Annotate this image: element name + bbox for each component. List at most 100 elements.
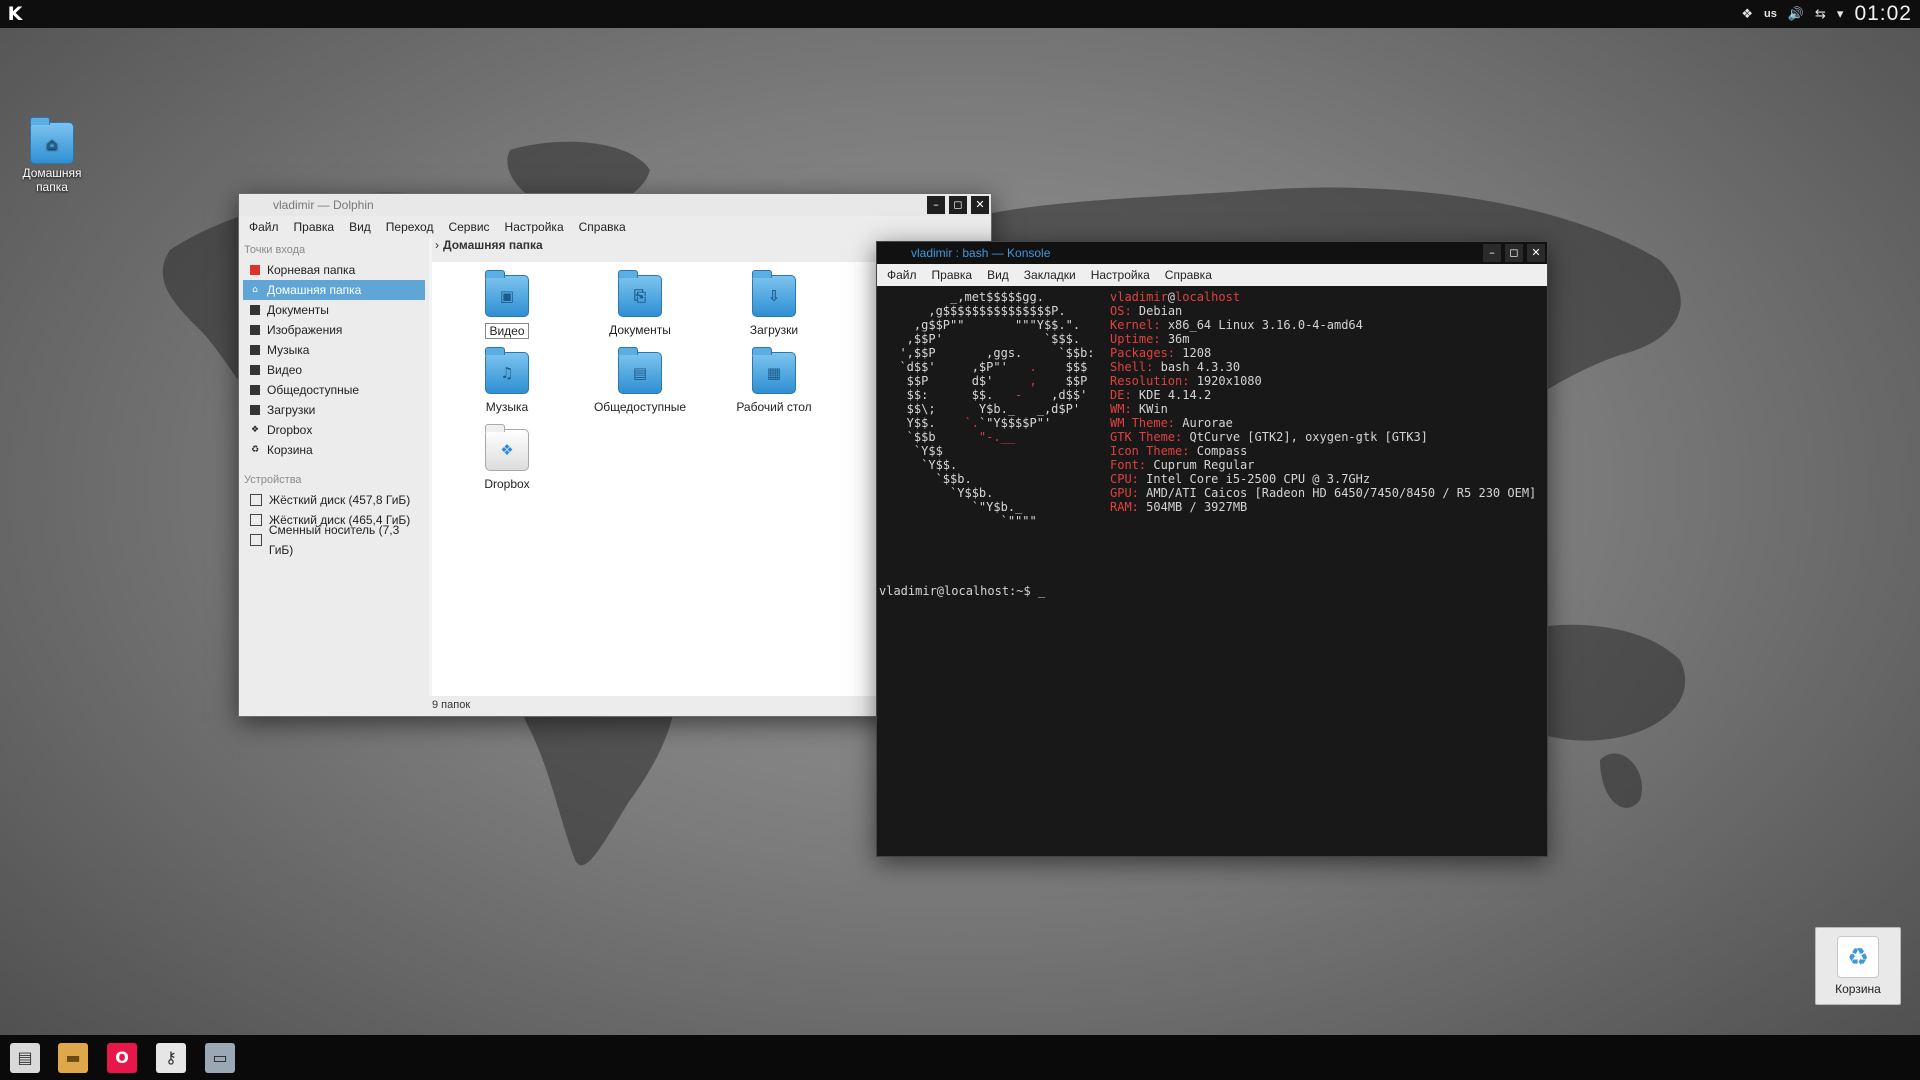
dropbox-icon: ❖ [250, 425, 260, 435]
folder-downloads[interactable]: ⇩ Загрузки [714, 270, 834, 337]
folder-desktop[interactable]: ▦ Рабочий стол [714, 347, 834, 414]
place-music[interactable]: Музыка [243, 340, 425, 360]
menu-go[interactable]: Переход [386, 220, 434, 234]
places-panel: Точки входа Корневая папка ⌂ Домашняя пап… [239, 238, 429, 696]
place-label: Корзина [267, 443, 313, 457]
taskbar: ▤ ▬ O ⚷ ▭ [0, 1035, 1920, 1080]
device-label: Жёсткий диск (457,8 ГиБ) [269, 493, 411, 507]
menu-settings[interactable]: Настройка [505, 220, 564, 234]
info-key: GPU: [1110, 486, 1139, 500]
info-key: Icon Theme: [1110, 444, 1190, 458]
dropbox-icon[interactable]: ❖ [1741, 7, 1753, 22]
menu-bookmarks[interactable]: Закладки [1024, 268, 1076, 282]
info-value: KDE 4.14.2 [1138, 388, 1212, 402]
place-public[interactable]: Общедоступные [243, 380, 425, 400]
maximize-button[interactable]: ◻ [1505, 244, 1523, 262]
terminal-area[interactable]: _,met$$$$$gg. ,g$$$$$$$$$$$$$$$P. ,g$$P"… [877, 286, 1547, 856]
info-key: Shell: [1110, 360, 1154, 374]
dolphin-titlebar[interactable]: vladimir — Dolphin – ◻ ✕ [239, 194, 991, 216]
terminal-icon[interactable]: ▭ [205, 1043, 235, 1073]
folder-dropbox[interactable]: ❖ Dropbox [447, 424, 567, 491]
info-key: Kernel: [1110, 318, 1161, 332]
folder-label: Общедоступные [593, 400, 687, 414]
konsole-window: vladimir : bash — Konsole – ◻ ✕ Файл Пра… [876, 241, 1548, 857]
folder-documents[interactable]: ⎘ Документы [580, 270, 700, 337]
info-value: bash 4.3.30 [1160, 360, 1241, 374]
home-icon: ⌂ [252, 285, 258, 295]
folder-music[interactable]: ♫ Музыка [447, 347, 567, 414]
place-label: Изображения [267, 323, 343, 337]
minimize-button[interactable]: – [1483, 244, 1501, 262]
menu-help[interactable]: Справка [579, 220, 626, 234]
desktop-home-label-line1: Домашняя [22, 166, 82, 180]
info-value: KWin [1138, 402, 1168, 416]
menu-file[interactable]: Файл [887, 268, 917, 282]
info-value: QtCurve [GTK2], oxygen-gtk [GTK3] [1189, 430, 1428, 444]
tray-expand-icon[interactable]: ▾ [1837, 7, 1844, 22]
place-trash[interactable]: ♻ Корзина [243, 440, 425, 460]
place-home[interactable]: ⌂ Домашняя папка [243, 280, 425, 300]
menu-edit[interactable]: Правка [932, 268, 973, 282]
folder-label: Видео [485, 323, 529, 339]
folder-label: Музыка [485, 400, 529, 414]
info-value: Aurorae [1182, 416, 1233, 430]
info-key: Uptime: [1110, 332, 1161, 346]
info-key: GTK Theme: [1110, 430, 1183, 444]
device-removable[interactable]: Сменный носитель (7,3 ГиБ) [243, 523, 425, 557]
konsole-title: vladimir : bash — Konsole [911, 246, 1051, 260]
minimize-button[interactable]: – [927, 196, 945, 214]
place-video[interactable]: Видео [243, 360, 425, 380]
place-root[interactable]: Корневая папка [243, 260, 425, 280]
place-label: Документы [267, 303, 329, 317]
system-monitor-icon[interactable]: ▤ [10, 1043, 40, 1073]
place-dropbox[interactable]: ❖ Dropbox [243, 420, 425, 440]
info-host: localhost [1175, 290, 1241, 304]
menu-view[interactable]: Вид [987, 268, 1009, 282]
menu-tools[interactable]: Сервис [448, 220, 489, 234]
volume-icon[interactable]: 🔊 [1788, 7, 1804, 22]
place-label: Видео [267, 363, 303, 377]
close-button[interactable]: ✕ [971, 196, 989, 214]
removable-drive-icon [250, 534, 262, 546]
menu-edit[interactable]: Правка [294, 220, 335, 234]
place-label: Загрузки [267, 403, 316, 417]
close-button[interactable]: ✕ [1527, 244, 1545, 262]
breadcrumb-current[interactable]: Домашняя папка [443, 238, 543, 252]
opera-icon[interactable]: O [107, 1043, 137, 1073]
kde-menu-icon[interactable]: K [4, 3, 26, 25]
place-label: Домашняя папка [267, 283, 362, 297]
konsole-titlebar[interactable]: vladimir : bash — Konsole – ◻ ✕ [877, 242, 1547, 264]
menu-help[interactable]: Справка [1165, 268, 1212, 282]
keyboard-layout-indicator[interactable]: us [1764, 8, 1777, 20]
device-hdd-1[interactable]: Жёсткий диск (457,8 ГиБ) [243, 490, 425, 510]
network-icon[interactable]: ⇆ [1815, 7, 1826, 22]
menu-file[interactable]: Файл [249, 220, 279, 234]
folder-video[interactable]: ▣ Видео [447, 270, 567, 339]
menu-settings[interactable]: Настройка [1091, 268, 1150, 282]
shell-prompt[interactable]: vladimir@localhost:~$ _ [879, 584, 1045, 598]
root-folder-icon [250, 265, 260, 275]
info-key: WM: [1110, 402, 1132, 416]
folder-label: Документы [609, 323, 671, 337]
info-value: 504MB / 3927MB [1146, 500, 1248, 514]
menu-view[interactable]: Вид [349, 220, 371, 234]
place-documents[interactable]: Документы [243, 300, 425, 320]
folder-label: Dropbox [484, 477, 530, 491]
desktop-home-folder[interactable]: ⌂ Домашняя папка [18, 117, 86, 194]
info-value: 1920x1080 [1196, 374, 1262, 388]
clock[interactable]: 01:02 [1854, 2, 1912, 26]
file-manager-icon[interactable]: ▬ [58, 1043, 88, 1073]
place-downloads[interactable]: Загрузки [243, 400, 425, 420]
info-user: vladimir [1110, 290, 1168, 304]
images-icon [250, 325, 260, 335]
device-label: Сменный носитель (7,3 ГиБ) [268, 523, 400, 557]
place-images[interactable]: Изображения [243, 320, 425, 340]
places-header: Точки входа [244, 244, 306, 256]
info-key: OS: [1110, 304, 1132, 318]
keys-icon[interactable]: ⚷ [156, 1043, 186, 1073]
maximize-button[interactable]: ◻ [949, 196, 967, 214]
folder-public[interactable]: ▤ Общедоступные [580, 347, 700, 414]
info-key: Resolution: [1110, 374, 1190, 388]
trash-widget[interactable]: ♻ Корзина [1815, 927, 1901, 1005]
info-value: 36m [1167, 332, 1190, 346]
